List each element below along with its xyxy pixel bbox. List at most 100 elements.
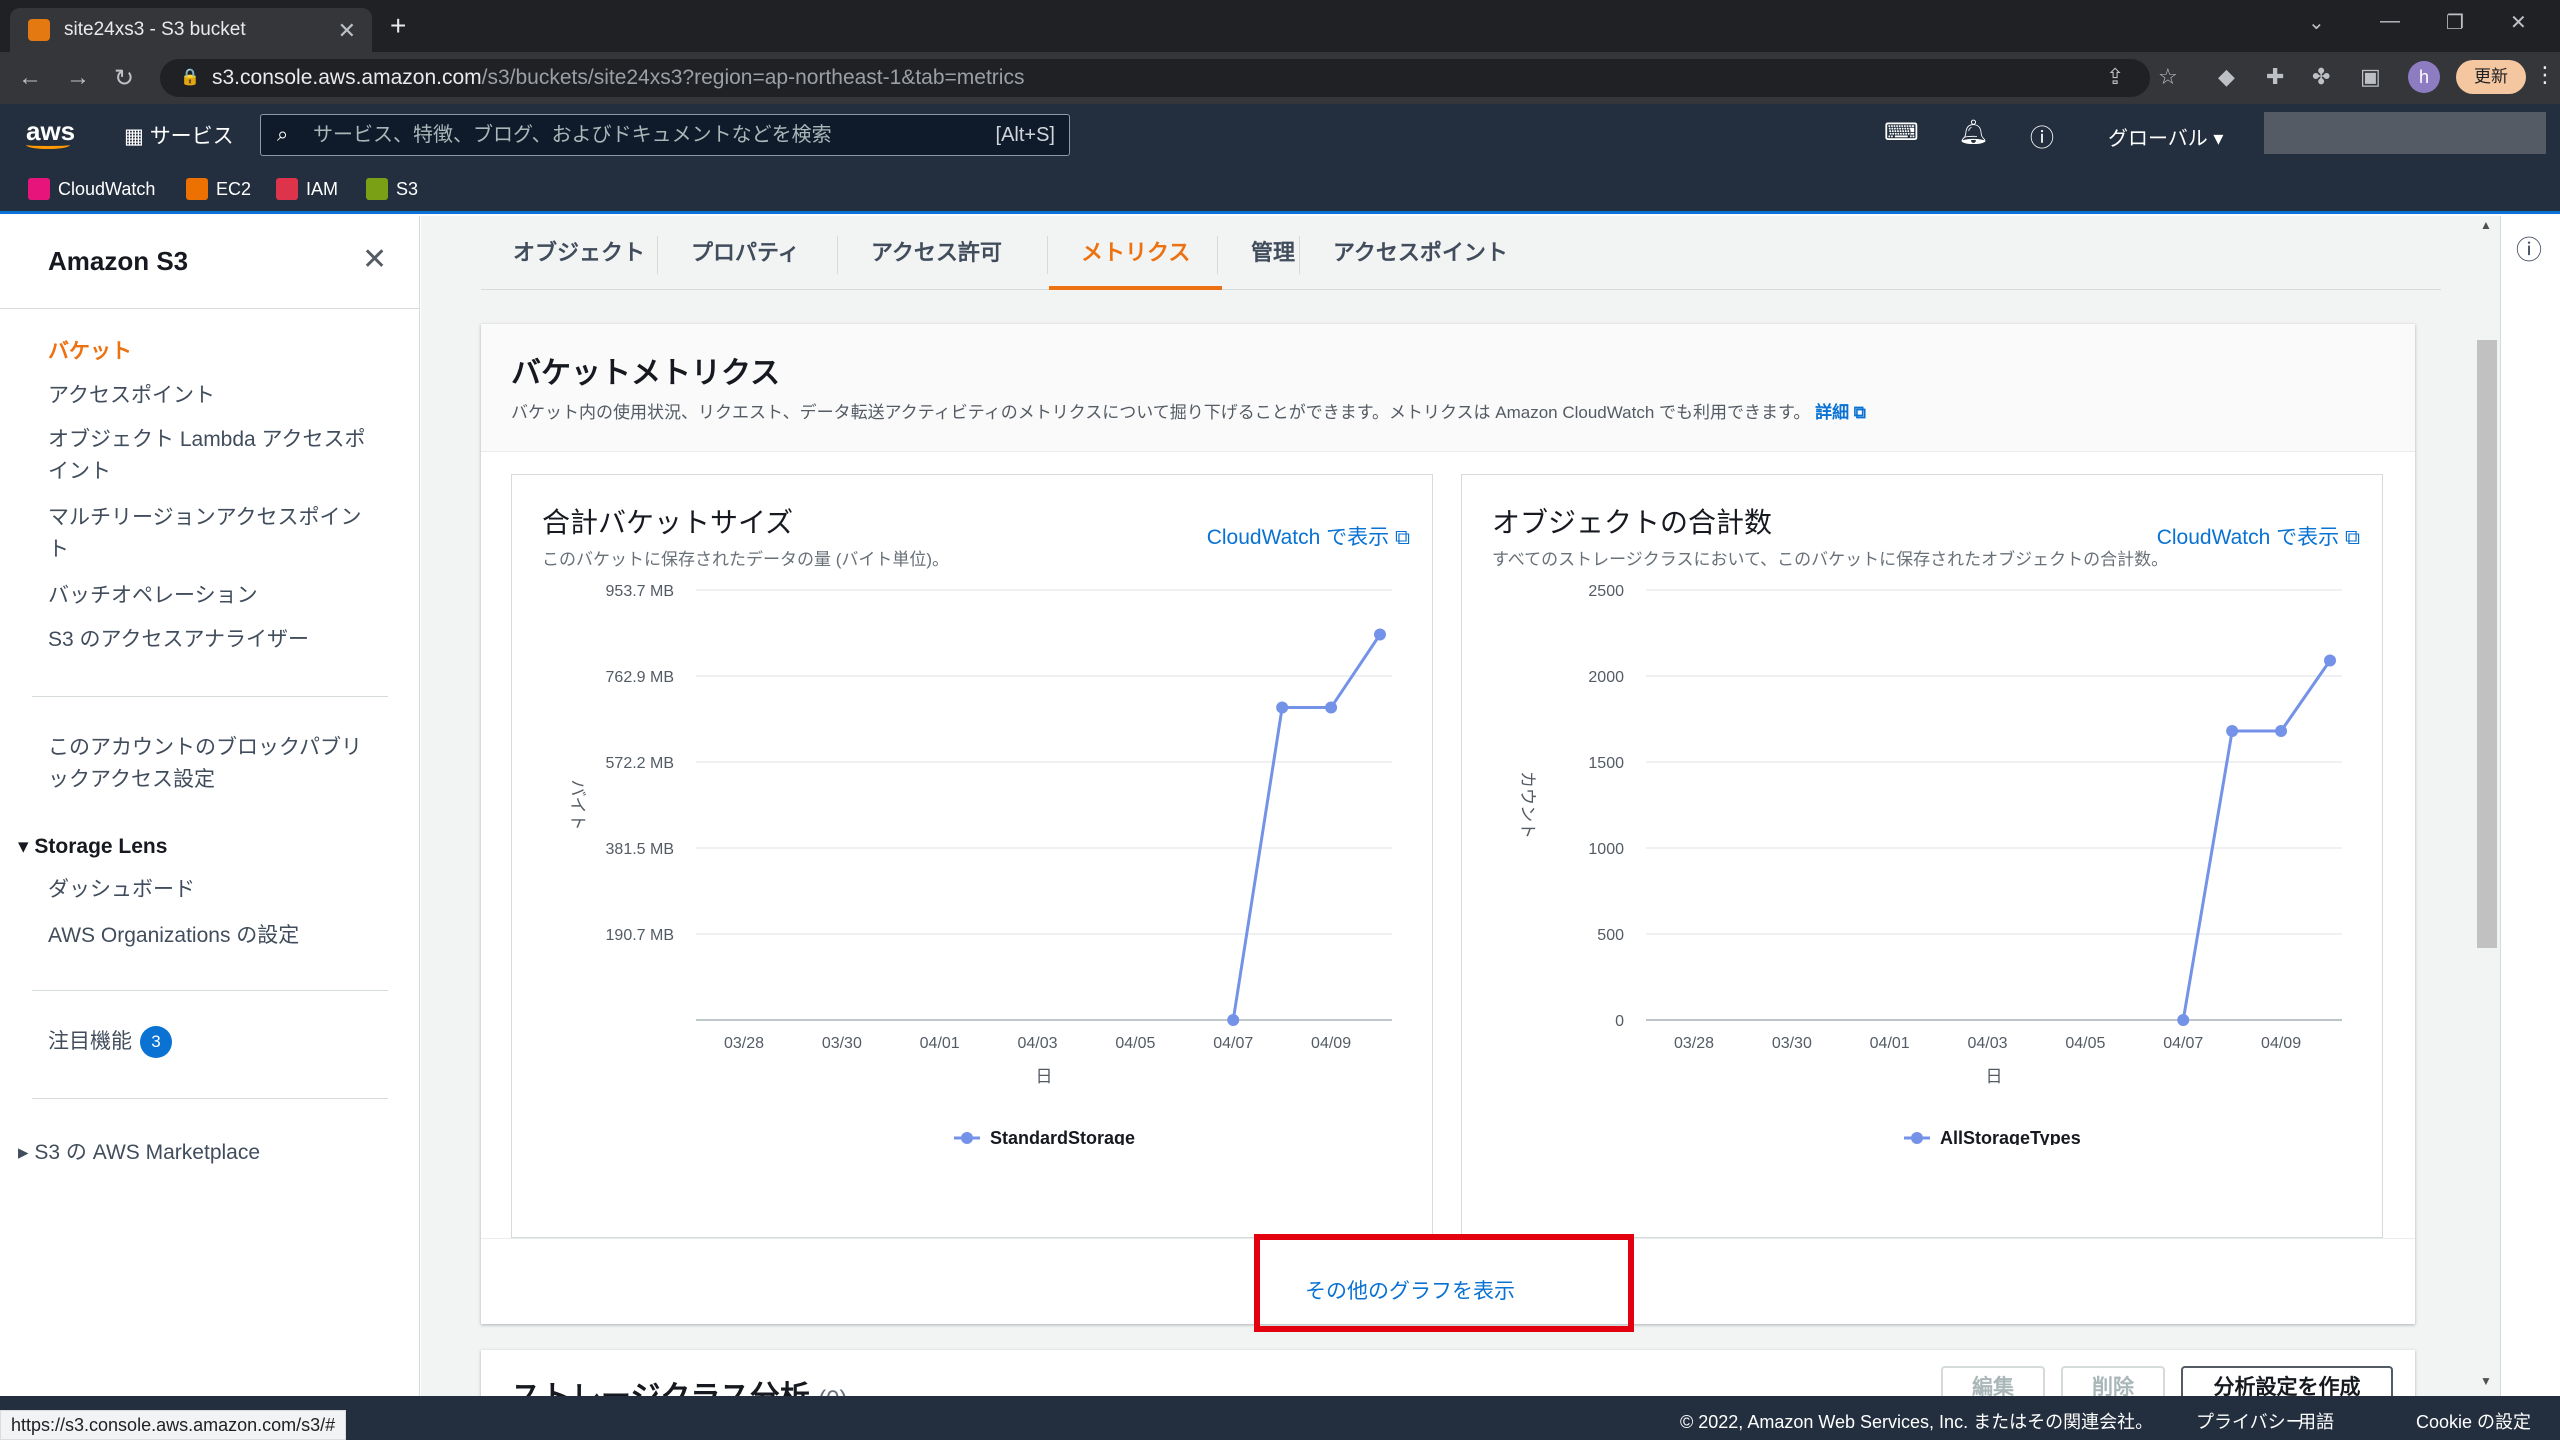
aws-logo[interactable]: aws bbox=[26, 116, 75, 149]
update-button[interactable]: 更新 bbox=[2456, 60, 2526, 94]
cloudwatch-link[interactable]: CloudWatch で表示 ⧉ bbox=[1207, 521, 1410, 551]
search-input[interactable]: ⌕ サービス、特徴、ブログ、およびドキュメントなどを検索 [Alt+S] bbox=[260, 114, 1070, 156]
y-tick-label: 381.5 MB bbox=[606, 841, 674, 858]
x-tick-label: 04/01 bbox=[1870, 1035, 1910, 1052]
sidebar-item-access-points[interactable]: アクセスポイント bbox=[48, 380, 378, 412]
delete-button[interactable]: 削除 bbox=[2061, 1366, 2165, 1396]
cloudwatch-link[interactable]: CloudWatch で表示 ⧉ bbox=[2157, 521, 2360, 551]
sidebar-item-dashboard[interactable]: ダッシュボード bbox=[48, 874, 378, 906]
minimize-icon[interactable]: — bbox=[2380, 10, 2400, 33]
browser-tab[interactable]: site24xs3 - S3 bucket ✕ bbox=[10, 8, 372, 52]
x-tick-label: 03/30 bbox=[1772, 1035, 1812, 1052]
edit-button[interactable]: 編集 bbox=[1941, 1366, 2045, 1396]
help-icon[interactable]: ⓘ bbox=[2030, 118, 2054, 153]
tab-metrics[interactable]: メトリクス bbox=[1049, 230, 1223, 290]
chart-card-bucket-size: 合計バケットサイズ このバケットに保存されたデータの量 (バイト単位)。 Clo… bbox=[511, 474, 1433, 1238]
bucket-metrics-panel: バケットメトリクス バケット内の使用状況、リクエスト、データ転送アクティビティの… bbox=[481, 324, 2415, 1324]
close-sidebar-icon[interactable]: ✕ bbox=[362, 242, 387, 277]
region-selector[interactable]: グローバル ▾ bbox=[2108, 122, 2223, 151]
bookmark-star-icon[interactable]: ☆ bbox=[2158, 64, 2178, 90]
url-path: /s3/buckets/site24xs3?region=ap-northeas… bbox=[481, 66, 1025, 89]
favorite-cloudwatch[interactable]: CloudWatch bbox=[28, 178, 155, 200]
favorites-bar: CloudWatch EC2 IAM S3 bbox=[0, 164, 2560, 214]
favorite-s3[interactable]: S3 bbox=[366, 178, 418, 200]
extension2-icon[interactable]: ✚ bbox=[2266, 64, 2284, 90]
aws-top-nav: aws ▦ サービス ⌕ サービス、特徴、ブログ、およびドキュメントなどを検索 … bbox=[0, 104, 2560, 164]
sidebar-item-batch-ops[interactable]: バッチオペレーション bbox=[48, 580, 378, 612]
tab-permissions[interactable]: アクセス許可 bbox=[839, 230, 1034, 290]
x-tick-label: 04/01 bbox=[920, 1035, 960, 1052]
data-point bbox=[1374, 628, 1386, 641]
metrics-title: バケットメトリクス bbox=[511, 357, 781, 390]
tab-search-icon[interactable]: ⌄ bbox=[2308, 10, 2325, 35]
x-tick-label: 04/07 bbox=[1213, 1035, 1253, 1052]
y-tick-label: 0 bbox=[1615, 1013, 1624, 1030]
marketplace-section[interactable]: ▸ S3 の AWS Marketplace bbox=[18, 1136, 260, 1166]
data-point bbox=[2177, 1014, 2190, 1026]
sidebar-item-access-analyzer[interactable]: S3 のアクセスアナライザー bbox=[48, 624, 378, 656]
metrics-header: バケットメトリクス バケット内の使用状況、リクエスト、データ転送アクティビティの… bbox=[481, 324, 2415, 452]
url-host: s3.console.aws.amazon.com bbox=[212, 66, 482, 89]
highlight-annotation bbox=[1254, 1234, 1634, 1332]
new-tab-icon[interactable]: + bbox=[390, 10, 406, 42]
restore-icon[interactable]: ❐ bbox=[2446, 10, 2464, 35]
lock-icon: 🔒 bbox=[180, 69, 200, 86]
create-analysis-button[interactable]: 分析設定を作成 bbox=[2181, 1366, 2393, 1396]
favorite-ec2[interactable]: EC2 bbox=[186, 178, 251, 200]
forward-icon[interactable]: → bbox=[66, 64, 90, 92]
privacy-link[interactable]: プライバシー bbox=[2196, 1408, 2304, 1434]
sidebar-item-object-lambda[interactable]: オブジェクト Lambda アクセスポイント bbox=[48, 424, 378, 488]
cloudshell-icon[interactable]: ⌨ bbox=[1884, 118, 1919, 147]
data-point bbox=[2324, 654, 2336, 667]
sidebar-item-multi-region[interactable]: マルチリージョンアクセスポイント bbox=[48, 502, 378, 566]
cloudwatch-icon bbox=[28, 178, 50, 200]
favorite-iam[interactable]: IAM bbox=[276, 178, 338, 200]
side-panel-icon[interactable]: ▣ bbox=[2360, 64, 2381, 90]
y-tick-label: 500 bbox=[1597, 927, 1624, 944]
puzzle-icon[interactable]: ✤ bbox=[2312, 64, 2330, 90]
chart-title: 合計バケットサイズ bbox=[542, 507, 794, 538]
sidebar-item-buckets[interactable]: バケット bbox=[48, 336, 378, 368]
url-field[interactable]: 🔒 s3.console.aws.amazon.com/s3/buckets/s… bbox=[160, 59, 2150, 97]
sidebar-item-block-public-access[interactable]: このアカウントのブロックパブリックアクセス設定 bbox=[48, 732, 378, 796]
profile-avatar[interactable]: h bbox=[2408, 61, 2440, 93]
sidebar-item-featured[interactable]: 注目機能 3 bbox=[48, 1026, 378, 1059]
extension-icon[interactable]: ◆ bbox=[2218, 64, 2235, 90]
aws-favicon-icon bbox=[28, 19, 50, 41]
services-menu-button[interactable]: ▦ サービス bbox=[124, 120, 234, 150]
scroll-up-arrow-icon[interactable]: ▲ bbox=[2480, 218, 2492, 232]
x-tick-label: 04/03 bbox=[1018, 1035, 1058, 1052]
search-icon: ⌕ bbox=[277, 124, 289, 146]
close-window-icon[interactable]: ✕ bbox=[2510, 10, 2527, 35]
reload-icon[interactable]: ↻ bbox=[114, 64, 134, 93]
back-icon[interactable]: ← bbox=[18, 64, 42, 92]
metrics-description: バケット内の使用状況、リクエスト、データ転送アクティビティのメトリクスについて掘… bbox=[511, 403, 1866, 422]
storage-lens-section[interactable]: ▾ Storage Lens bbox=[18, 834, 167, 859]
scrollbar-thumb[interactable] bbox=[2477, 340, 2497, 948]
series-line bbox=[1231, 633, 1382, 1021]
close-tab-icon[interactable]: ✕ bbox=[338, 18, 356, 44]
info-icon[interactable]: ⓘ bbox=[2516, 230, 2542, 267]
chrome-menu-icon[interactable]: ⋮ bbox=[2534, 62, 2556, 88]
scroll-down-arrow-icon[interactable]: ▼ bbox=[2480, 1374, 2492, 1388]
s3-icon bbox=[366, 178, 388, 200]
account-menu[interactable] bbox=[2264, 112, 2546, 154]
tab-access-points[interactable]: アクセスポイント bbox=[1301, 230, 1540, 290]
series-line bbox=[2181, 659, 2332, 1021]
detail-link[interactable]: 詳細 ⧉ bbox=[1815, 403, 1866, 422]
y-axis-label: バイト bbox=[568, 780, 587, 831]
y-tick-label: 1000 bbox=[1588, 841, 1624, 858]
tab-objects[interactable]: オブジェクト bbox=[481, 230, 677, 290]
terms-link[interactable]: 用語 bbox=[2298, 1408, 2334, 1434]
browser-tab-bar: site24xs3 - S3 bucket ✕ + ⌄ — ❐ ✕ bbox=[0, 0, 2560, 52]
share-icon[interactable]: ⇪ bbox=[2106, 64, 2124, 90]
chart-card-object-count: オブジェクトの合計数 すべてのストレージクラスにおいて、このバケットに保存された… bbox=[1461, 474, 2383, 1238]
tab-properties[interactable]: プロパティ bbox=[659, 230, 832, 290]
storage-class-analysis-card: ストレージクラス分析 (0) 編集 削除 分析設定を作成 bbox=[481, 1350, 2415, 1396]
notifications-bell-icon[interactable]: 🔔︎ bbox=[1958, 118, 1988, 147]
sidebar-item-organizations[interactable]: AWS Organizations の設定 bbox=[48, 920, 378, 952]
legend-label: AllStorageTypes bbox=[1940, 1128, 2081, 1145]
bucket-size-chart: 953.7 MB 762.9 MB 572.2 MB 381.5 MB 190.7 MB… bbox=[568, 585, 1392, 1145]
sidebar: Amazon S3 ✕ バケット アクセスポイント オブジェクト Lambda … bbox=[0, 216, 420, 1396]
cookie-settings-link[interactable]: Cookie の設定 bbox=[2416, 1408, 2531, 1434]
